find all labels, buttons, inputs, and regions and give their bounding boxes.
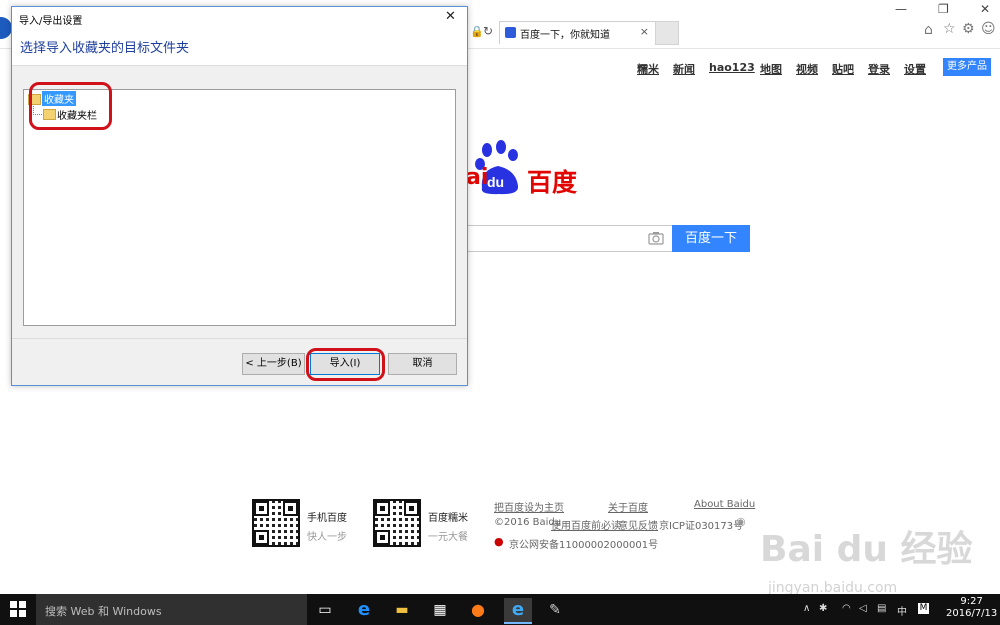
dialog-title: 导入/导出设置 [19, 16, 83, 27]
edge-icon[interactable]: e [352, 598, 376, 622]
camera-icon[interactable] [648, 231, 664, 245]
footer-nuomi-sub: 一元大餐 [428, 532, 468, 543]
volume-icon[interactable]: ◁ [859, 603, 867, 614]
ime-mode-indicator[interactable]: M [918, 603, 929, 614]
favorites-star-icon[interactable]: ☆ [943, 21, 956, 37]
more-products-button[interactable]: 更多产品 [943, 58, 991, 76]
restore-icon[interactable]: ❐ [938, 2, 949, 16]
nav-hao123[interactable]: hao123 [709, 61, 755, 74]
new-tab-button[interactable] [655, 21, 679, 45]
windows-start-icon[interactable] [10, 601, 26, 617]
file-explorer-icon[interactable]: ▬ [390, 598, 414, 622]
search-input[interactable] [466, 225, 672, 252]
svg-text:du: du [487, 174, 504, 190]
link-about-en[interactable]: About Baidu [694, 499, 755, 510]
tab-close-icon[interactable]: × [640, 25, 649, 38]
nav-tieba[interactable]: 贴吧 [832, 61, 854, 77]
cancel-button[interactable]: 取消 [388, 353, 457, 375]
nav-news[interactable]: 新闻 [673, 61, 695, 77]
dialog-divider [12, 338, 467, 339]
lock-icon: 🔒 [470, 25, 484, 38]
nav-nuomi[interactable]: 糯米 [637, 61, 659, 77]
footer-mobile-title: 手机百度 [307, 513, 347, 524]
baidu-logo-partial: ai [466, 165, 489, 190]
tab-title: 百度一下，你就知道 [520, 30, 610, 41]
store-icon[interactable]: ▦ [428, 598, 452, 622]
dialog-close-icon[interactable]: ✕ [445, 9, 456, 24]
qr-code-mobile [252, 499, 300, 547]
footer-police: 京公网安备11000002000001号 [509, 540, 659, 551]
highlight-annotation [306, 348, 385, 381]
nav-login[interactable]: 登录 [868, 61, 890, 77]
clock-date: 2016/7/13 [946, 608, 998, 619]
taskbar-clock[interactable]: 9:27 2016/7/13 [946, 596, 997, 620]
qr-code-nuomi [373, 499, 421, 547]
clock-time: 9:27 [960, 596, 983, 607]
firefox-icon[interactable]: ● [466, 598, 490, 622]
smiley-icon[interactable]: ☺ [981, 21, 996, 37]
home-icon[interactable]: ⌂ [924, 22, 933, 38]
dialog-heading: 选择导入收藏夹的目标文件夹 [20, 41, 190, 56]
minimize-icon[interactable]: — [895, 2, 907, 16]
back-step-button[interactable]: < 上一步(B) [242, 353, 305, 375]
link-must-read[interactable]: 使用百度前必读 [551, 517, 621, 532]
icp-badge-icon: ◉ [736, 515, 746, 528]
footer-nuomi-title: 百度糯米 [428, 513, 468, 524]
wifi-icon[interactable]: ◠ [842, 603, 851, 614]
police-badge-icon: ● [494, 535, 504, 548]
link-feedback[interactable]: 意见反馈 [618, 517, 658, 532]
tray-expand-icon[interactable]: ∧ [803, 603, 810, 614]
refresh-icon[interactable]: ↻ [483, 24, 493, 38]
import-export-dialog: 导入/导出设置 ✕ 选择导入收藏夹的目标文件夹 收藏夹 收藏夹栏 < 上一步(B… [11, 6, 468, 386]
nav-settings[interactable]: 设置 [904, 61, 926, 77]
tab-baidu[interactable]: 百度一下，你就知道 × [499, 21, 656, 44]
watermark-brand: Bai du 经验 [760, 529, 973, 570]
gear-icon[interactable]: ⚙ [962, 21, 975, 37]
highlight-annotation [29, 82, 112, 130]
search-button[interactable]: 百度一下 [672, 225, 750, 252]
paint-icon[interactable]: ✎ [543, 598, 567, 622]
ie-icon[interactable]: e [504, 598, 532, 622]
notification-icon[interactable]: ▤ [877, 603, 886, 614]
tray-app-icon[interactable]: ✱ [819, 603, 827, 614]
link-set-homepage[interactable]: 把百度设为主页 [494, 499, 564, 514]
nav-map[interactable]: 地图 [760, 61, 782, 77]
taskbar-search-placeholder: 搜索 Web 和 Windows [45, 605, 162, 618]
active-app-indicator [504, 622, 532, 624]
baidu-logo-chinese: 百度 [527, 168, 578, 197]
footer-icp: 京ICP证030173号 [659, 521, 744, 532]
task-view-icon[interactable]: ▭ [313, 598, 337, 622]
footer-mobile-sub: 快人一步 [307, 532, 347, 543]
close-window-icon[interactable]: ✕ [980, 2, 990, 16]
ime-indicator[interactable]: 中 [897, 603, 907, 618]
nav-video[interactable]: 视频 [796, 61, 818, 77]
baidu-favicon-icon [505, 27, 516, 38]
link-about-baidu[interactable]: 关于百度 [608, 499, 648, 514]
